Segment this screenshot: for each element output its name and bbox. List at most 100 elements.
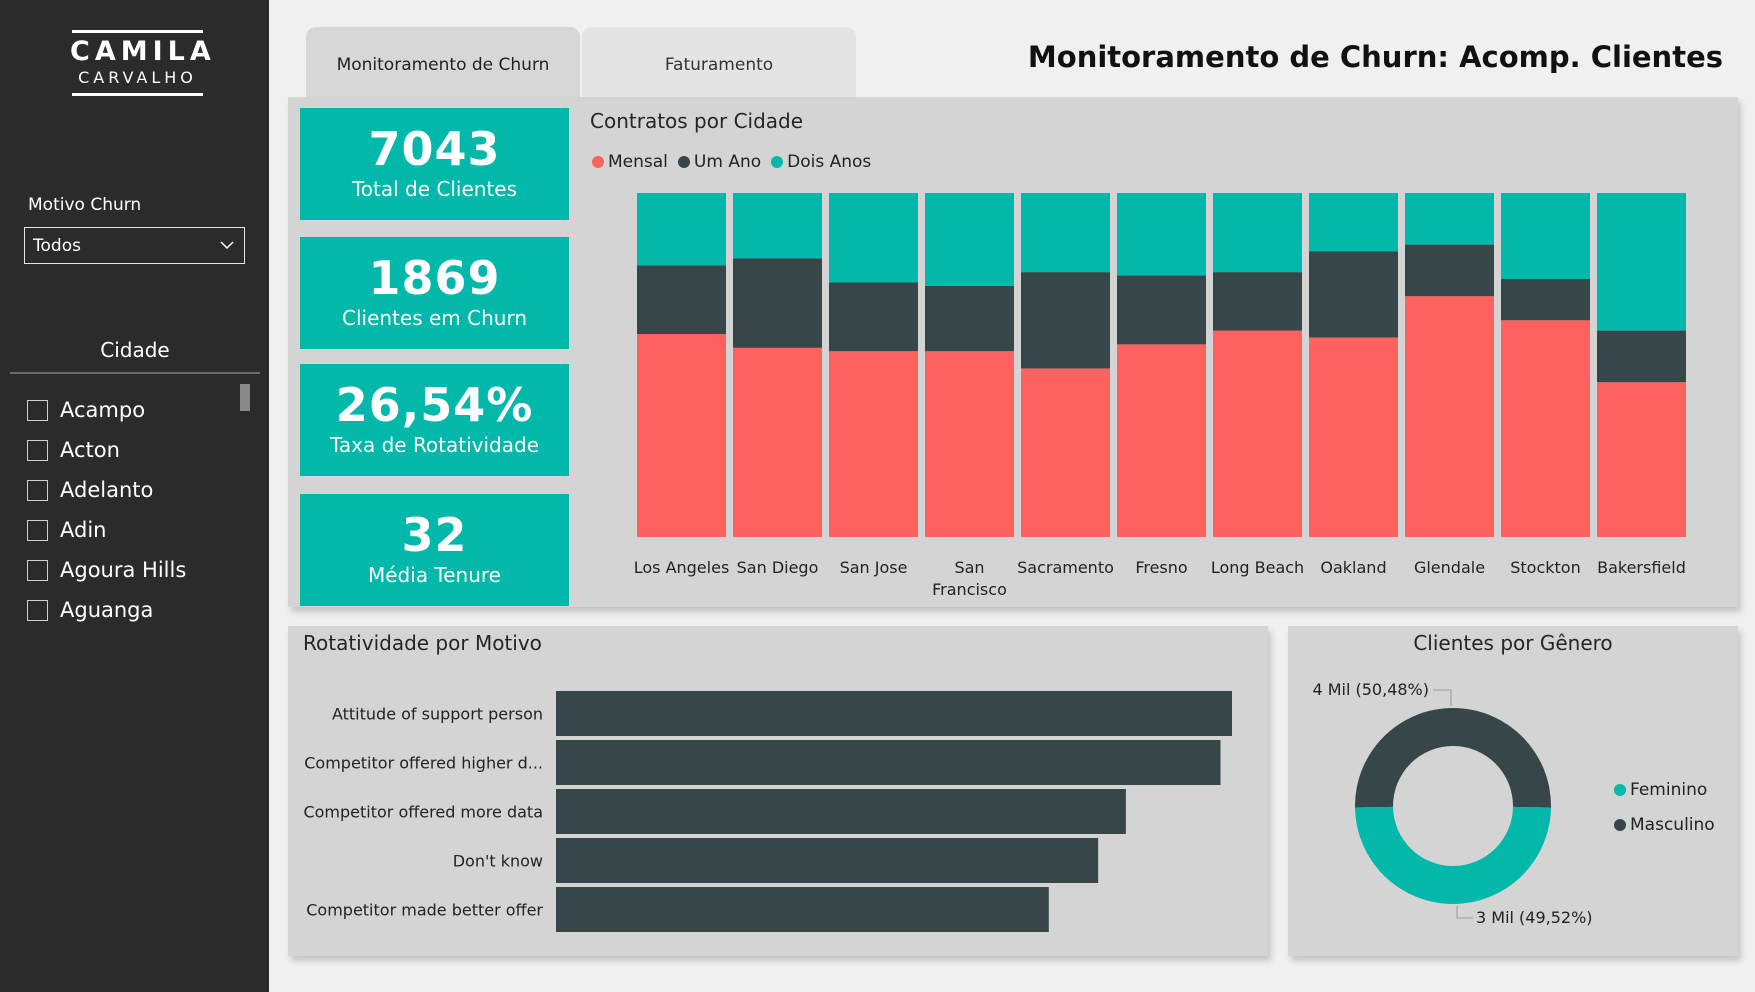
checkbox[interactable] (27, 439, 48, 461)
bar-segment-um-ano[interactable] (1117, 275, 1206, 345)
churn-reason-chart-title: Rotatividade por Motivo (303, 631, 542, 655)
contracts-stacked-bar-chart: Los Angeles San Diego San Jose San Francisco… (634, 193, 1686, 595)
legend-item-dois-anos[interactable]: Dois Anos (771, 152, 871, 172)
logo-line1: CAMILA (70, 36, 216, 67)
bar-segment-dois-anos[interactable] (1405, 193, 1494, 245)
y-tick-label: Don't know (453, 852, 543, 871)
bar-segment-mensal[interactable] (1213, 330, 1302, 537)
bar-segment-dois-anos[interactable] (1309, 193, 1398, 252)
reason-bar[interactable] (556, 789, 1126, 834)
legend-item-masculino[interactable]: Masculino (1614, 807, 1715, 842)
x-tick-label: Sacramento (1017, 558, 1114, 577)
bar-segment-um-ano[interactable] (1213, 272, 1302, 331)
y-tick-label: Competitor offered more data (303, 803, 543, 822)
gender-legend: Feminino Masculino (1614, 772, 1715, 842)
tab-faturamento[interactable]: Faturamento (582, 27, 856, 97)
city-label: Acampo (60, 398, 146, 422)
checkbox[interactable] (27, 399, 48, 421)
kpi-value: 1869 (368, 251, 501, 305)
x-tick-label: Glendale (1414, 558, 1485, 577)
bar-segment-um-ano[interactable] (1405, 244, 1494, 297)
x-tick-label: Francisco (932, 580, 1007, 595)
reason-bar[interactable] (556, 838, 1099, 883)
reason-bar[interactable] (556, 887, 1049, 932)
divider (10, 372, 260, 374)
city-option[interactable]: Adin (27, 510, 186, 550)
bar-segment-um-ano[interactable] (925, 285, 1014, 352)
y-tick-label: Competitor made better offer (306, 901, 543, 920)
bar-segment-um-ano[interactable] (637, 265, 726, 335)
y-tick-label: Attitude of support person (332, 705, 543, 724)
motivo-churn-label: Motivo Churn (28, 195, 142, 215)
checkbox[interactable] (27, 599, 48, 621)
churn-reason-bar-chart: Attitude of support person Competitor off… (303, 691, 1232, 932)
checkbox[interactable] (27, 559, 48, 581)
tab-monitoramento-churn[interactable]: Monitoramento de Churn (306, 27, 580, 97)
city-option[interactable]: Aguanga (27, 590, 186, 630)
bar-segment-mensal[interactable] (637, 334, 726, 537)
donut-slice-feminino[interactable] (1355, 806, 1551, 904)
bar-segment-um-ano[interactable] (733, 258, 822, 348)
kpi-label: Clientes em Churn (342, 306, 527, 330)
city-option[interactable]: Adelanto (27, 470, 186, 510)
legend-label: Masculino (1630, 814, 1715, 835)
bar-segment-dois-anos[interactable] (1021, 193, 1110, 273)
x-tick-label: Long Beach (1211, 558, 1304, 577)
checkbox[interactable] (27, 479, 48, 501)
motivo-churn-dropdown[interactable]: Todos (24, 227, 245, 264)
bar-segment-um-ano[interactable] (1597, 330, 1686, 383)
kpi-label: Total de Clientes (351, 177, 518, 201)
legend-item-feminino[interactable]: Feminino (1614, 772, 1715, 807)
x-tick-label: Oakland (1320, 558, 1386, 577)
x-tick-label: Fresno (1135, 558, 1187, 577)
city-option[interactable]: Acampo (27, 390, 186, 430)
donut-slice-masculino[interactable] (1355, 707, 1551, 808)
reason-bar[interactable] (556, 740, 1221, 785)
contracts-chart-title: Contratos por Cidade (590, 109, 804, 133)
slice-label-masculino: 4 Mil (50,48%) (1312, 680, 1429, 699)
legend-label: Feminino (1630, 779, 1708, 800)
city-option[interactable]: Agoura Hills (27, 550, 186, 590)
bar-segment-dois-anos[interactable] (925, 193, 1014, 286)
bar-segment-um-ano[interactable] (829, 282, 918, 352)
y-tick-label: Competitor offered higher d... (304, 754, 543, 773)
bar-segment-mensal[interactable] (1405, 296, 1494, 537)
legend-item-mensal[interactable]: Mensal (592, 152, 668, 172)
bar-segment-dois-anos[interactable] (1117, 193, 1206, 276)
kpi-total-clientes: 7043 Total de Clientes (300, 108, 569, 220)
kpi-clientes-churn: 1869 Clientes em Churn (300, 237, 569, 349)
page-title: Monitoramento de Churn: Acomp. Clientes (1027, 40, 1723, 74)
logo-rule (72, 93, 203, 96)
scrollbar-thumb[interactable] (240, 384, 250, 411)
contracts-legend: Mensal Um Ano Dois Anos (592, 152, 881, 172)
city-list: Acampo Acton Adelanto Adin Agoura Hills … (27, 390, 186, 630)
legend-item-um-ano[interactable]: Um Ano (677, 152, 762, 172)
bar-segment-mensal[interactable] (829, 351, 918, 537)
bar-segment-dois-anos[interactable] (1213, 193, 1302, 273)
checkbox[interactable] (27, 519, 48, 541)
bar-segment-mensal[interactable] (1597, 382, 1686, 537)
bar-segment-mensal[interactable] (733, 347, 822, 537)
bar-segment-mensal[interactable] (1309, 337, 1398, 537)
legend-dot (1614, 818, 1626, 831)
bar-segment-mensal[interactable] (1501, 320, 1590, 537)
bar-segment-dois-anos[interactable] (1501, 193, 1590, 279)
bar-segment-um-ano[interactable] (1021, 272, 1110, 369)
bar-segment-um-ano[interactable] (1309, 251, 1398, 338)
cidade-slicer-title: Cidade (100, 338, 170, 362)
city-option[interactable]: Acton (27, 430, 186, 470)
bar-segment-mensal[interactable] (1117, 344, 1206, 537)
bar-segment-mensal[interactable] (1021, 368, 1110, 537)
bar-segment-dois-anos[interactable] (829, 193, 918, 283)
bar-segment-dois-anos[interactable] (637, 193, 726, 266)
legend-dot (1614, 783, 1626, 796)
kpi-taxa-rotatividade: 26,54% Taxa de Rotatividade (300, 364, 569, 476)
kpi-value: 7043 (368, 122, 501, 176)
bar-segment-um-ano[interactable] (1501, 279, 1590, 321)
bar-segment-dois-anos[interactable] (1597, 193, 1686, 331)
legend-label: Um Ano (693, 152, 762, 172)
bar-segment-mensal[interactable] (925, 351, 1014, 537)
slice-label-feminino: 3 Mil (49,52%) (1476, 908, 1593, 927)
bar-segment-dois-anos[interactable] (733, 193, 822, 259)
reason-bar[interactable] (556, 691, 1232, 736)
